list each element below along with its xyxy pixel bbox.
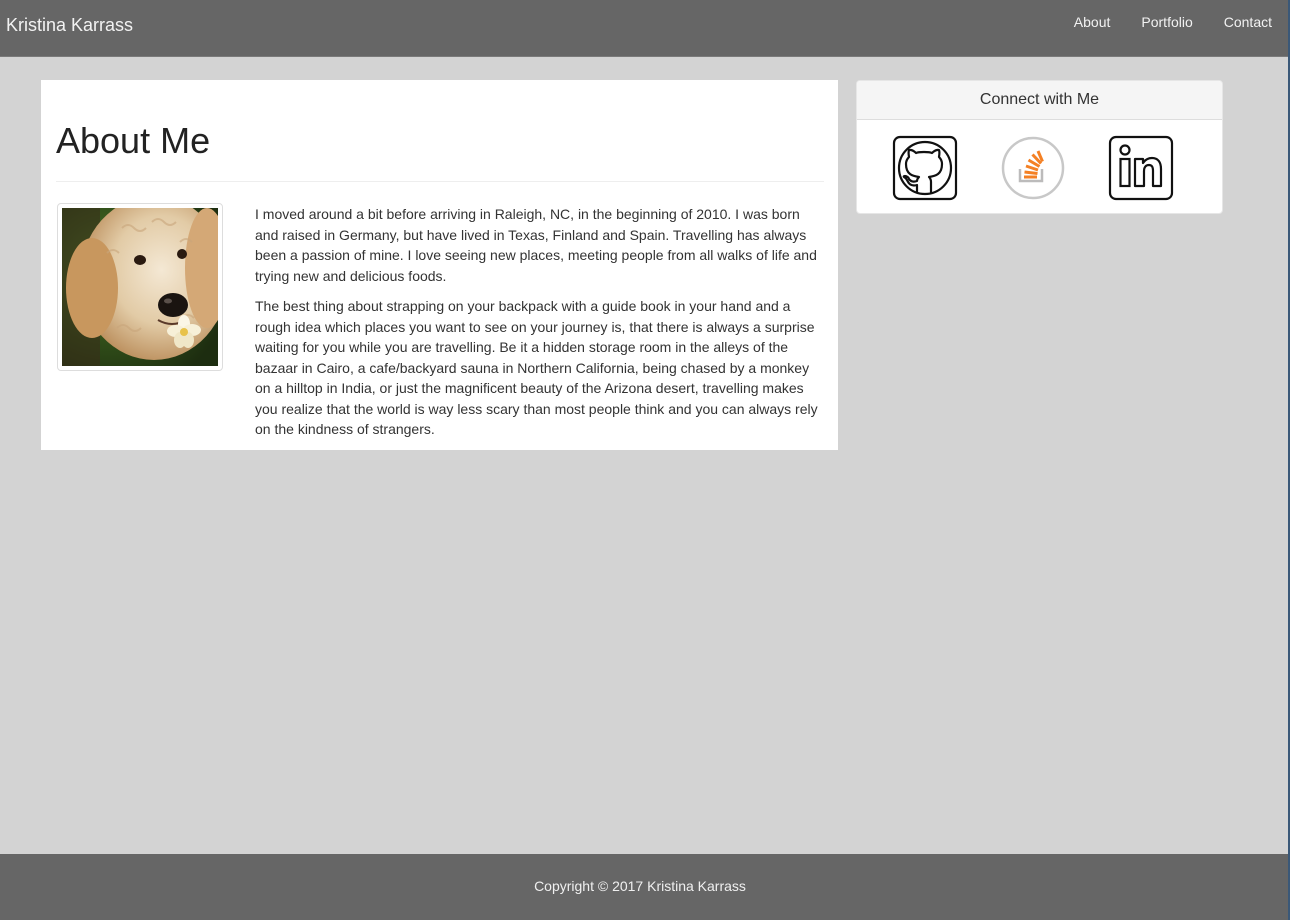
- about-text: I moved around a bit before arriving in …: [255, 204, 825, 450]
- profile-photo-frame: [57, 203, 223, 371]
- about-card: About Me I moved around a bit before arr…: [41, 80, 838, 450]
- nav-link-about[interactable]: About: [1074, 13, 1111, 31]
- nav-links: About Portfolio Contact: [1043, 13, 1272, 31]
- bio-paragraph-1: I moved around a bit before arriving in …: [255, 206, 817, 284]
- nav-link-portfolio[interactable]: Portfolio: [1141, 13, 1192, 31]
- nav-link-contact[interactable]: Contact: [1224, 13, 1272, 31]
- github-icon[interactable]: [892, 135, 958, 201]
- social-icons: [892, 135, 1174, 201]
- linkedin-icon[interactable]: [1108, 135, 1174, 201]
- title-divider: [56, 181, 824, 182]
- stackoverflow-icon[interactable]: [1000, 135, 1066, 201]
- dog-photo: [62, 208, 218, 366]
- footer: Copyright © 2017 Kristina Karrass: [0, 854, 1290, 920]
- brand-link[interactable]: Kristina Karrass: [6, 14, 133, 36]
- top-navbar: Kristina Karrass About Portfolio Contact: [0, 0, 1290, 57]
- connect-panel: Connect with Me: [856, 80, 1223, 214]
- page-title: About Me: [56, 120, 211, 161]
- copyright-text: Copyright © 2017 Kristina Karrass: [534, 878, 746, 894]
- bio-paragraph-2: The best thing about strapping on your b…: [255, 298, 818, 437]
- connect-heading: Connect with Me: [857, 81, 1222, 120]
